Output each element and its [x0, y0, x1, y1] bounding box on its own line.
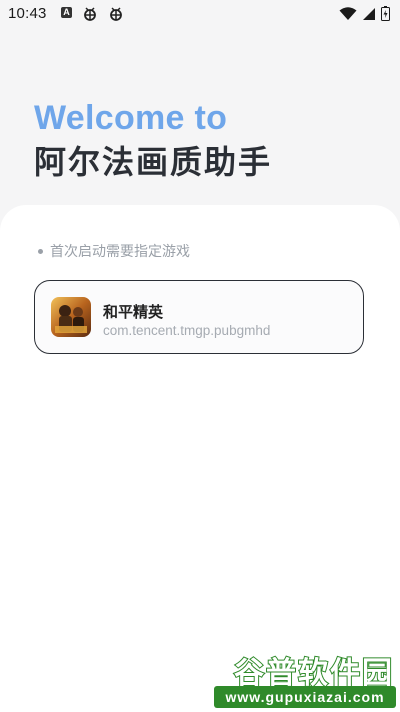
status-time: 10:43 [8, 5, 47, 22]
app-name: 阿尔法画质助手 [34, 144, 273, 180]
game-package-name: com.tencent.tmgp.pubgmhd [103, 323, 271, 338]
bullet-dot-icon [38, 248, 43, 254]
bug-icon [82, 7, 98, 26]
hint-text-row: 首次启动需要指定游戏 [38, 241, 190, 261]
main-card: 首次启动需要指定游戏 和平精英 com.tencent.tmgp.pubgmhd [0, 205, 400, 712]
a-icon: A [61, 7, 72, 18]
watermark: 谷普软件园 www.gupuxiazai.com [214, 648, 400, 712]
bug-icon [108, 7, 124, 26]
battery-charging-icon [381, 6, 390, 26]
game-icon [51, 297, 91, 337]
welcome-header: Welcome to 阿尔法画质助手 [34, 98, 272, 182]
game-item[interactable]: 和平精英 com.tencent.tmgp.pubgmhd [34, 280, 364, 354]
status-bar: 10:43 A [0, 0, 400, 28]
game-title: 和平精英 [103, 304, 164, 321]
wifi-icon [339, 6, 357, 26]
hint-text: 首次启动需要指定游戏 [50, 243, 190, 259]
watermark-url: www.gupuxiazai.com [214, 686, 396, 708]
welcome-text: Welcome to [34, 99, 228, 137]
signal-icon [362, 7, 376, 26]
